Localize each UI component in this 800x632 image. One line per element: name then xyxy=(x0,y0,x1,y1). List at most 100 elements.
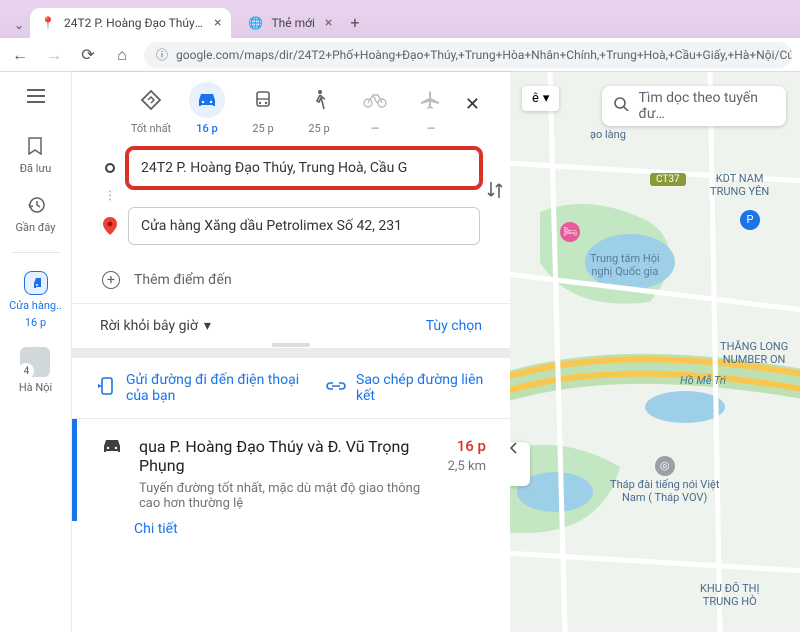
origin-row: 24T2 P. Hoàng Đạo Thúy, Trung Hoà, Cầu G xyxy=(102,149,480,187)
browser-tab[interactable]: 🌐 Thẻ mới × xyxy=(237,8,342,38)
site-info-icon[interactable]: ⓘ xyxy=(156,46,168,63)
map-label: Hồ Mễ Trì xyxy=(680,374,726,387)
add-stop-label: Thêm điểm đến xyxy=(134,272,232,288)
drag-handle[interactable] xyxy=(72,348,510,358)
map-label: THĂNG LONG NUMBER ON xyxy=(720,340,788,366)
diamond-icon xyxy=(133,82,169,118)
rail-label: Cửa hàng.. xyxy=(9,299,62,312)
rail-recent[interactable]: Gần đây xyxy=(16,193,56,234)
pin-icon: 📍 xyxy=(40,15,56,31)
divider xyxy=(12,252,60,253)
menu-button[interactable] xyxy=(22,82,50,110)
mode-label: 25 p xyxy=(252,122,273,135)
route-time: 16 p xyxy=(448,437,486,455)
destination-marker-icon xyxy=(102,217,118,235)
rail-label: Đã lưu xyxy=(20,162,52,175)
depart-time-dropdown[interactable]: Rời khỏi bây giờ ▾ xyxy=(100,318,211,334)
url-text: google.com/maps/dir/24T2+Phố+Hoàng+Đạo+T… xyxy=(176,48,792,62)
map-label: KDT NAM TRUNG YÊN xyxy=(710,172,769,198)
route-options-button[interactable]: Tùy chọn xyxy=(426,318,482,334)
stop-connector: ••• xyxy=(102,191,118,203)
layers-button[interactable]: ê ▾ xyxy=(522,86,559,111)
home-button[interactable]: ⌂ xyxy=(110,43,134,67)
plus-icon: + xyxy=(102,271,120,289)
route-title: qua P. Hoàng Đạo Thúy và Đ. Vũ Trọng Phụ… xyxy=(139,437,434,475)
plane-icon xyxy=(413,82,449,118)
mode-label: — xyxy=(371,122,380,135)
car-icon xyxy=(24,271,48,295)
send-to-phone-button[interactable]: Gửi đường đi đến điện thoại của bạn xyxy=(96,372,326,404)
bookmark-icon xyxy=(23,134,47,158)
mode-bike[interactable]: — xyxy=(351,82,399,135)
directions-panel: Tốt nhất 16 p 25 p 25 p — — ✕ xyxy=(72,72,510,632)
parking-icon: P xyxy=(740,210,760,230)
map-canvas[interactable]: ê ▾ Tìm dọc theo tuyến đư… ạo làng KDT N… xyxy=(510,72,800,632)
swap-button[interactable] xyxy=(486,179,504,205)
rail-time: 16 p xyxy=(25,316,46,329)
mode-label: Tốt nhất xyxy=(131,122,171,135)
rail-route[interactable]: Cửa hàng.. 16 p xyxy=(9,271,62,329)
browser-tab-active[interactable]: 📍 24T2 P. Hoàng Đạo Thúy đến C × xyxy=(30,8,231,38)
mode-car[interactable]: 16 p xyxy=(183,82,231,135)
depart-label: Rời khỏi bây giờ xyxy=(100,318,198,334)
search-along-route[interactable]: Tìm dọc theo tuyến đư… xyxy=(602,86,786,126)
close-directions-button[interactable]: ✕ xyxy=(465,94,480,115)
place-thumbnail: 4 xyxy=(20,347,50,377)
chevron-down-icon: ▾ xyxy=(204,318,211,334)
back-button[interactable]: ← xyxy=(8,43,32,67)
bike-icon xyxy=(357,82,393,118)
tab-dropdown[interactable]: ⌄ xyxy=(8,18,30,32)
close-icon[interactable]: × xyxy=(214,15,221,31)
link-icon xyxy=(326,379,346,397)
copy-label: Sao chép đường liên kết xyxy=(356,372,486,404)
hamburger-icon xyxy=(27,89,45,103)
search-placeholder: Tìm dọc theo tuyến đư… xyxy=(639,90,774,122)
rail-label: Hà Nội xyxy=(19,381,52,394)
globe-icon: 🌐 xyxy=(247,15,263,31)
route-details-button[interactable]: Chi tiết xyxy=(72,521,510,553)
route-distance: 2,5 km xyxy=(448,459,486,474)
mode-label: — xyxy=(427,122,436,135)
map-badge: CT37 xyxy=(650,172,686,186)
car-icon xyxy=(189,82,225,118)
tower-icon: ◎ xyxy=(655,456,675,476)
map-poi[interactable]: 🛏 xyxy=(560,222,580,244)
close-icon[interactable]: × xyxy=(325,15,332,31)
route-description: Tuyến đường tốt nhất, mặc dù mật độ giao… xyxy=(139,481,434,511)
copy-link-button[interactable]: Sao chép đường liên kết xyxy=(326,372,486,404)
add-destination-button[interactable]: + Thêm điểm đến xyxy=(72,265,510,303)
mode-flight[interactable]: — xyxy=(407,82,455,135)
map-poi[interactable]: ◎Tháp đài tiếng nói Việt Nam ( Tháp VOV) xyxy=(610,456,719,504)
mode-transit[interactable]: 25 p xyxy=(239,82,287,135)
route-card[interactable]: qua P. Hoàng Đạo Thúy và Đ. Vũ Trọng Phụ… xyxy=(72,419,510,521)
mode-walk[interactable]: 25 p xyxy=(295,82,343,135)
history-icon xyxy=(24,193,48,217)
mode-best[interactable]: Tốt nhất xyxy=(127,82,175,135)
rail-place[interactable]: 4 Hà Nội xyxy=(19,347,52,394)
new-tab-button[interactable]: + xyxy=(350,13,359,32)
origin-input[interactable]: 24T2 P. Hoàng Đạo Thúy, Trung Hoà, Cầu G xyxy=(128,149,480,187)
origin-marker-icon xyxy=(102,162,118,174)
car-icon xyxy=(101,437,125,511)
layers-label: ê xyxy=(532,91,539,106)
destination-row: Cửa hàng Xăng dầu Petrolimex Số 42, 231 xyxy=(102,207,480,245)
address-bar[interactable]: ⓘ google.com/maps/dir/24T2+Phố+Hoàng+Đạo… xyxy=(144,42,792,68)
forward-button[interactable]: → xyxy=(42,43,66,67)
map-poi[interactable]: Trung tâm Hội nghị Quốc gia xyxy=(590,252,660,278)
mode-label: 16 p xyxy=(196,122,217,135)
search-icon xyxy=(614,97,629,116)
map-label: KHU ĐÔ THỊ TRUNG HÒ xyxy=(700,582,759,608)
reload-button[interactable]: ⟳ xyxy=(76,43,100,67)
phone-send-icon xyxy=(96,376,116,400)
destination-input[interactable]: Cửa hàng Xăng dầu Petrolimex Số 42, 231 xyxy=(128,207,480,245)
rail-saved[interactable]: Đã lưu xyxy=(20,134,52,175)
walk-icon xyxy=(301,82,337,118)
collapse-panel-button[interactable] xyxy=(510,442,530,486)
rail-label: Gần đây xyxy=(16,221,56,234)
map-poi[interactable]: P xyxy=(740,210,760,232)
transit-icon xyxy=(245,82,281,118)
send-label: Gửi đường đi đến điện thoại của bạn xyxy=(126,372,306,404)
tab-title: 24T2 P. Hoàng Đạo Thúy đến C xyxy=(64,16,204,30)
mode-label: 25 p xyxy=(308,122,329,135)
chevron-down-icon: ▾ xyxy=(543,91,550,106)
